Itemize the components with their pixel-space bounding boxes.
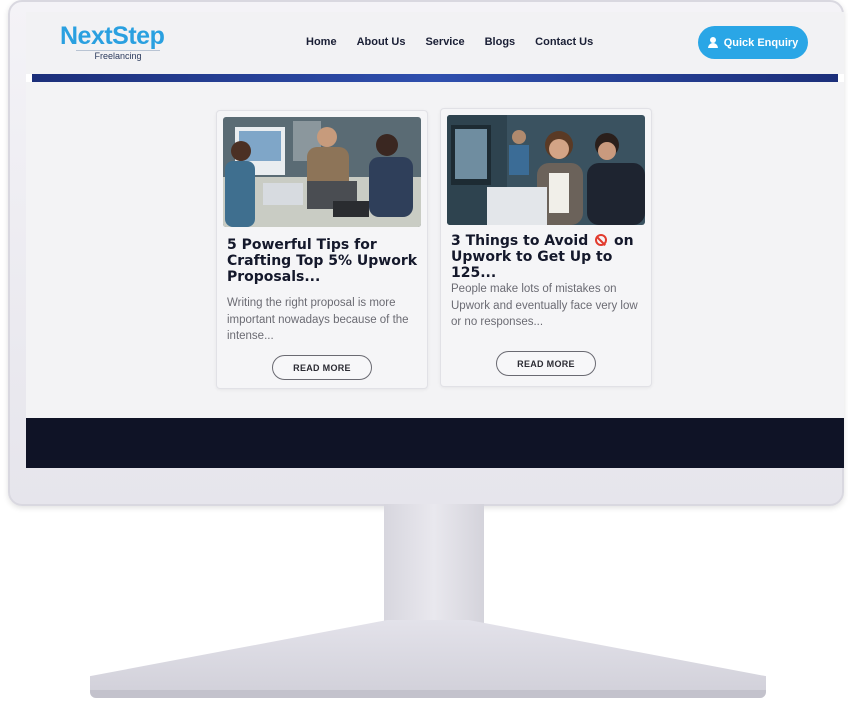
nav-service[interactable]: Service [425, 36, 464, 48]
read-more-button[interactable]: READ MORE [496, 351, 596, 376]
blog-card-excerpt: Writing the right proposal is more impor… [227, 297, 409, 342]
blog-card-image[interactable] [223, 117, 421, 227]
blog-card-excerpt: People make lots of mistakes on Upwork a… [451, 283, 638, 328]
prohibited-icon [595, 234, 608, 246]
nav-about-us[interactable]: About Us [357, 36, 406, 48]
monitor-chin [10, 470, 842, 506]
nav-blogs[interactable]: Blogs [485, 36, 516, 48]
nav-home[interactable]: Home [306, 36, 337, 48]
logo-text: NextStep [60, 22, 165, 50]
blog-section [26, 82, 844, 418]
nav-contact-us[interactable]: Contact Us [535, 36, 593, 48]
read-more-button[interactable]: READ MORE [272, 355, 372, 380]
blog-card-title[interactable]: 3 Things to Avoid on Upwork to Get Up to… [451, 233, 643, 281]
site-footer [26, 418, 844, 468]
user-icon [707, 37, 718, 48]
blog-card-title[interactable]: 5 Powerful Tips for Crafting Top 5% Upwo… [227, 237, 419, 285]
website-screen: NextStep Freelancing Home About Us Servi… [26, 12, 844, 468]
site-header: NextStep Freelancing Home About Us Servi… [26, 12, 844, 74]
blog-card-image[interactable] [447, 115, 645, 225]
title-part-1: 3 Things to Avoid [451, 233, 589, 249]
monitor-stand-neck [384, 504, 484, 628]
header-accent-bar [32, 74, 838, 82]
brand-logo[interactable]: NextStep Freelancing [60, 22, 176, 61]
logo-tagline: Freelancing [76, 50, 160, 61]
main-nav: Home About Us Service Blogs Contact Us [306, 36, 593, 48]
monitor-frame: NextStep Freelancing Home About Us Servi… [8, 0, 844, 506]
blog-card: 5 Powerful Tips for Crafting Top 5% Upwo… [216, 110, 428, 389]
blog-card: 3 Things to Avoid on Upwork to Get Up to… [440, 108, 652, 387]
monitor-stand-base [90, 620, 766, 692]
monitor-stand-base-edge [90, 690, 766, 698]
quick-enquiry-button[interactable]: Quick Enquiry [698, 26, 808, 59]
quick-enquiry-label: Quick Enquiry [723, 36, 799, 49]
